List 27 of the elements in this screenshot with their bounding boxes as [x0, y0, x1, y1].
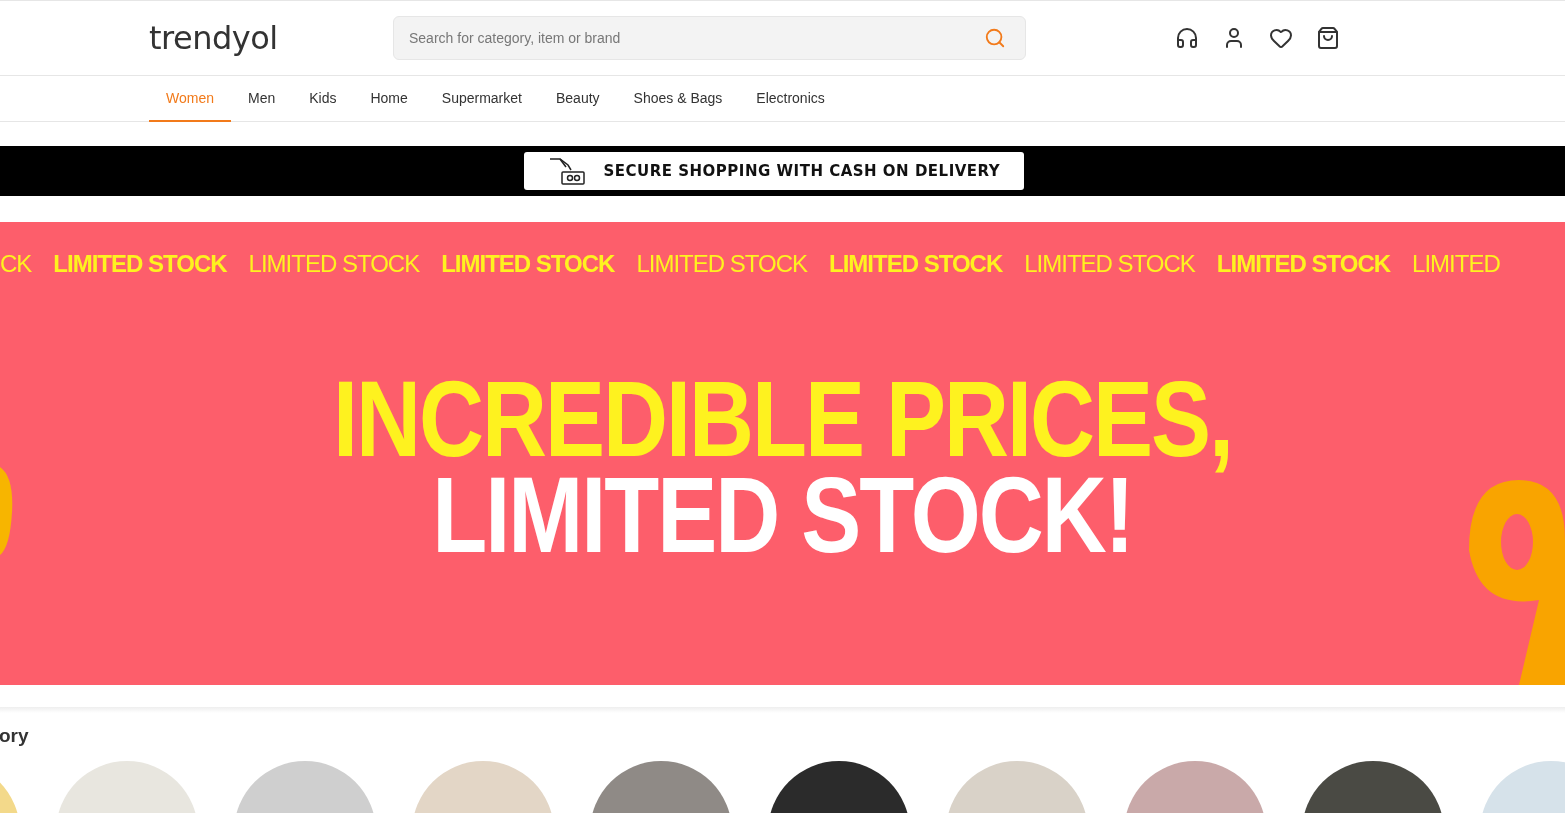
ticker-text: LIMITED STOCK — [636, 250, 807, 278]
category-tab[interactable]: Beauty — [538, 76, 617, 122]
category-tab[interactable]: Supermarket — [424, 76, 539, 122]
section-title: ory — [0, 725, 30, 747]
ticker-text: LIMITED STOCK — [53, 250, 227, 278]
promo-text: SECURE SHOPPING WITH CASH ON DELIVERY — [603, 162, 1001, 180]
category-tab[interactable]: Shoes & Bags — [616, 76, 740, 122]
shopping-bag-icon[interactable] — [1316, 26, 1340, 50]
search-field[interactable]: Search for category, item or brand — [393, 16, 1026, 60]
headset-icon[interactable] — [1175, 26, 1199, 50]
ticker-text: LIMITED — [1412, 250, 1500, 278]
logo[interactable]: trendyol — [149, 19, 393, 57]
category-tab[interactable]: Electronics — [739, 76, 842, 122]
heart-icon[interactable] — [1269, 26, 1293, 50]
headline-text: LIMITED STOCK! — [432, 465, 1133, 565]
ticker-text: LIMITED STOCK — [829, 250, 1003, 278]
ticker-text: LIMITED STOCK — [1024, 250, 1195, 278]
category-tab[interactable]: Kids — [292, 76, 354, 122]
category-tab[interactable]: Men — [231, 76, 293, 122]
category-tab[interactable]: Home — [353, 76, 425, 122]
promo-card[interactable]: SECURE SHOPPING WITH CASH ON DELIVERY — [523, 152, 1024, 190]
search-icon[interactable] — [984, 27, 1006, 49]
ticker-text: LIMITED STOCK — [248, 250, 420, 278]
ticker-text: LIMITED STOCK — [441, 250, 615, 278]
cash-hand-icon — [547, 156, 588, 186]
ticker-text: LIMITED STOCK — [1216, 250, 1391, 278]
ticker-text: CK — [0, 250, 32, 278]
